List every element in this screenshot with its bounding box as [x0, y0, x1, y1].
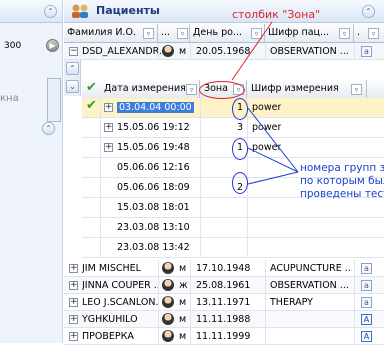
left-panel-partial-label: кна — [0, 93, 19, 104]
grid-line — [190, 260, 191, 345]
check-icon[interactable]: ✔ — [86, 98, 97, 113]
patient-code: ACUPUNCTURE ... — [270, 263, 352, 274]
check-all-icon[interactable]: ✔ — [86, 80, 97, 95]
grid-line — [354, 260, 355, 345]
measurement-date: 05.06.06 12:16 — [117, 162, 190, 173]
measurement-date: 15.03.08 18:01 — [117, 202, 190, 213]
filter-icon[interactable]: ▿ — [143, 28, 154, 39]
patient-sex: м — [179, 314, 187, 325]
measurement-zone: 3 — [237, 122, 244, 133]
patient-sex: м — [179, 46, 187, 57]
collapse-up-icon-2[interactable]: ⌃ — [42, 122, 55, 135]
a-badge-icon[interactable]: A — [361, 314, 372, 325]
filter-icon[interactable]: ▿ — [368, 28, 379, 39]
patient-birthdate: 17.10.1948 — [196, 263, 251, 274]
patient-code: THERAPY — [270, 297, 313, 308]
play-icon[interactable]: ▶ — [46, 39, 59, 52]
patient-sex: м — [179, 297, 187, 308]
annotation-zone-groups: номера групп зон, по которым были провед… — [300, 162, 384, 200]
filter-icon[interactable]: ▿ — [186, 84, 197, 95]
patient-avatar-icon — [162, 262, 174, 274]
patient-avatar-icon — [162, 330, 174, 342]
patient-name: JINNA COUPER ... — [82, 280, 158, 291]
a-badge-icon[interactable]: a — [361, 297, 372, 308]
collapse-up-icon-3[interactable]: ⌃ — [362, 5, 375, 18]
grid-line — [100, 98, 101, 258]
measurement-date: 15.05.06 19:48 — [117, 142, 190, 153]
patient-birthdate: 11.11.1988 — [196, 314, 251, 325]
patient-sex: ж — [179, 280, 188, 291]
a-badge-icon[interactable]: a — [361, 280, 372, 291]
expand-row-icon[interactable]: + — [104, 143, 113, 152]
expand-row-icon[interactable]: + — [104, 123, 113, 132]
patient-birthdate: 13.11.1971 — [196, 297, 251, 308]
collapse-row-icon[interactable]: − — [69, 47, 78, 56]
measurement-date: 03.04.04 00:00 — [117, 102, 194, 113]
scroll-up-icon[interactable]: ⌃ — [66, 62, 79, 75]
a-badge-icon[interactable]: A — [361, 331, 372, 342]
patient-code: OBSERVATION ... — [270, 46, 349, 57]
patient-sex: м — [179, 331, 187, 342]
left-panel-partial-text: 300 — [4, 41, 22, 51]
patient-name: LEO J.SCANLON... — [82, 297, 158, 308]
measurement-date: 23.03.08 13:42 — [117, 242, 190, 253]
grid-line — [158, 260, 159, 345]
expand-row-icon[interactable]: + — [104, 103, 113, 112]
collapse-up-icon[interactable]: ⌃ — [44, 5, 57, 18]
patient-code: OBSERVATION ... — [270, 280, 349, 291]
grid-line — [190, 43, 191, 60]
patient-avatar-icon — [162, 296, 174, 308]
patient-avatar-icon — [162, 279, 174, 291]
panel-title: Пациенты — [96, 4, 160, 17]
a-badge-icon[interactable]: a — [361, 263, 372, 274]
expand-row-icon[interactable]: + — [69, 281, 78, 290]
patient-name: ПРОВЕРКА — [82, 331, 134, 342]
filter-icon[interactable]: ▿ — [351, 84, 362, 95]
scroll-down-icon[interactable]: ⌄ — [66, 80, 79, 93]
grid-line — [158, 43, 159, 60]
patient-sex: м — [179, 263, 187, 274]
measurement-date: 05.06.06 18:09 — [117, 182, 190, 193]
measurement-date: 23.03.08 13:10 — [117, 222, 190, 233]
expand-row-icon[interactable]: + — [69, 315, 78, 324]
annotation-arrow-red — [231, 21, 273, 81]
patient-name: DSD_ALEXANDR... — [82, 46, 168, 57]
filter-icon[interactable]: ▿ — [339, 28, 350, 39]
filter-icon[interactable]: ▿ — [177, 28, 188, 39]
patients-group-icon — [70, 3, 90, 19]
grid-line — [265, 260, 266, 345]
grid-line — [354, 43, 355, 60]
a-badge-icon[interactable]: a — [361, 46, 372, 57]
patient-birthdate: 25.08.1961 — [196, 280, 251, 291]
patient-avatar-icon — [162, 313, 174, 325]
expand-row-icon[interactable]: + — [69, 298, 78, 307]
patient-name: JIM MISCHEL — [82, 263, 141, 274]
patient-birthdate: 11.11.1999 — [196, 331, 251, 342]
annotation-arrows-blue — [247, 107, 299, 185]
expand-row-icon[interactable]: + — [69, 264, 78, 273]
left-scrollbar[interactable] — [47, 78, 61, 122]
patient-name: YGHKUHILO — [82, 314, 138, 325]
column-header-measure-date[interactable]: Дата измерения — [100, 80, 200, 98]
grid-line — [200, 98, 201, 258]
measurement-date: 15.05.06 19:12 — [117, 122, 190, 133]
patient-avatar-icon — [162, 45, 174, 57]
expand-row-icon[interactable]: + — [69, 332, 78, 341]
